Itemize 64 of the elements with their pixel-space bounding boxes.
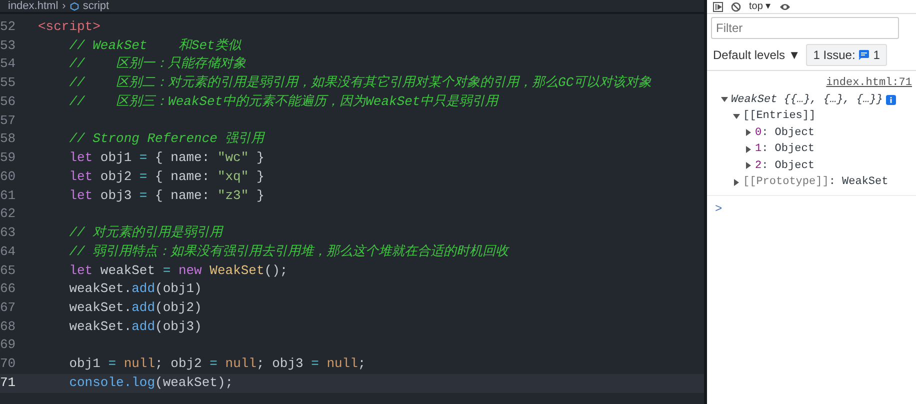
- collapsed-triangle-icon[interactable]: [745, 146, 752, 153]
- code-line: // 区别二：对元素的引用是弱引用，如果没有其它引用对某个对象的引用，那么GC可以对该对象: [68, 74, 652, 92]
- collapsed-triangle-icon[interactable]: [733, 178, 740, 186]
- log-object[interactable]: WeakSet {{…}, {…}, {…}}: [731, 92, 883, 108]
- issues-button[interactable]: 1 Issue: 1: [806, 44, 887, 66]
- info-icon[interactable]: [886, 94, 896, 105]
- line-number: 68: [0, 318, 17, 336]
- code-line: // 区别三：WeakSet中的元素不能遍历，因为WeakSet中只是弱引用: [68, 92, 498, 111]
- source-link[interactable]: index.html:71: [711, 75, 912, 92]
- code-line: <script>: [38, 18, 100, 36]
- expanded-triangle-icon[interactable]: [733, 112, 740, 120]
- message-icon[interactable]: [859, 50, 870, 60]
- line-number: 60: [0, 168, 17, 186]
- code-line: // Strong Reference 强引用: [68, 130, 264, 148]
- code-line: let weakSet = new WeakSet();: [68, 262, 288, 280]
- line-number: 57: [0, 112, 17, 130]
- line-number: 67: [0, 299, 17, 318]
- expanded-triangle-icon[interactable]: [721, 96, 728, 104]
- clear-icon[interactable]: [731, 2, 741, 12]
- line-number: 61: [0, 186, 17, 205]
- code-line: console.log(weakSet);: [68, 374, 234, 392]
- tree-item[interactable]: [[Entries]]: [743, 108, 816, 124]
- line-number: 64: [0, 242, 17, 261]
- tree-item[interactable]: 0: Object: [755, 124, 814, 141]
- line-number: 69: [0, 336, 17, 354]
- breadcrumb-item[interactable]: script: [82, 0, 110, 12]
- breadcrumb-separator: ›: [62, 0, 66, 12]
- line-number: 62: [0, 205, 17, 224]
- collapsed-triangle-icon[interactable]: [745, 162, 752, 170]
- code-line: weakSet.add(obj1): [68, 280, 202, 298]
- code-line: let obj2 = { name: "xq" }: [68, 168, 264, 186]
- filter-field[interactable]: Filter: [711, 17, 899, 39]
- levels-dropdown[interactable]: Default levels ▼: [713, 46, 800, 64]
- code-line: // 弱引用特点：如果没有强引用去引用堆，那么这个堆就在合适的时机回收: [68, 242, 509, 261]
- line-number: 56: [0, 92, 17, 111]
- code-line: // 区别一：只能存储对象: [68, 55, 246, 74]
- line-number: 54: [0, 55, 17, 74]
- line-number: 53: [0, 36, 17, 55]
- tree-item[interactable]: 2: Object: [755, 158, 814, 174]
- code-line: weakSet.add(obj3): [68, 318, 202, 336]
- line-number: 70: [0, 355, 17, 374]
- line-number: 66: [0, 280, 17, 298]
- code-line: let obj1 = { name: "wc" }: [68, 149, 264, 168]
- line-number: 63: [0, 224, 17, 242]
- eye-icon[interactable]: [778, 2, 791, 12]
- line-number: 58: [0, 130, 17, 148]
- cube-icon: [70, 2, 79, 10]
- line-number: 55: [0, 74, 17, 92]
- console-prompt[interactable]: >: [707, 194, 916, 222]
- line-number: 65: [0, 262, 17, 280]
- collapsed-triangle-icon[interactable]: [745, 129, 752, 136]
- line-number: 71: [0, 374, 17, 392]
- code-line: let obj3 = { name: "z3" }: [68, 186, 264, 205]
- code-line: obj1 = null; obj2 = null; obj3 = null;: [68, 355, 366, 374]
- context-dropdown[interactable]: top ▾: [749, 2, 771, 12]
- code-line: weakSet.add(obj2): [68, 299, 202, 318]
- line-number: 52: [0, 18, 17, 36]
- code-line: // WeakSet 和Set类似: [68, 36, 241, 55]
- code-line: // 对元素的引用是弱引用: [68, 224, 223, 242]
- tree-item[interactable]: [[Prototype]]: WeakSet: [743, 174, 888, 190]
- line-number: 59: [0, 149, 17, 168]
- tree-item[interactable]: 1: Object: [755, 141, 814, 158]
- breadcrumb-item[interactable]: index.html: [8, 0, 58, 12]
- sidebar-icon[interactable]: [713, 2, 723, 12]
